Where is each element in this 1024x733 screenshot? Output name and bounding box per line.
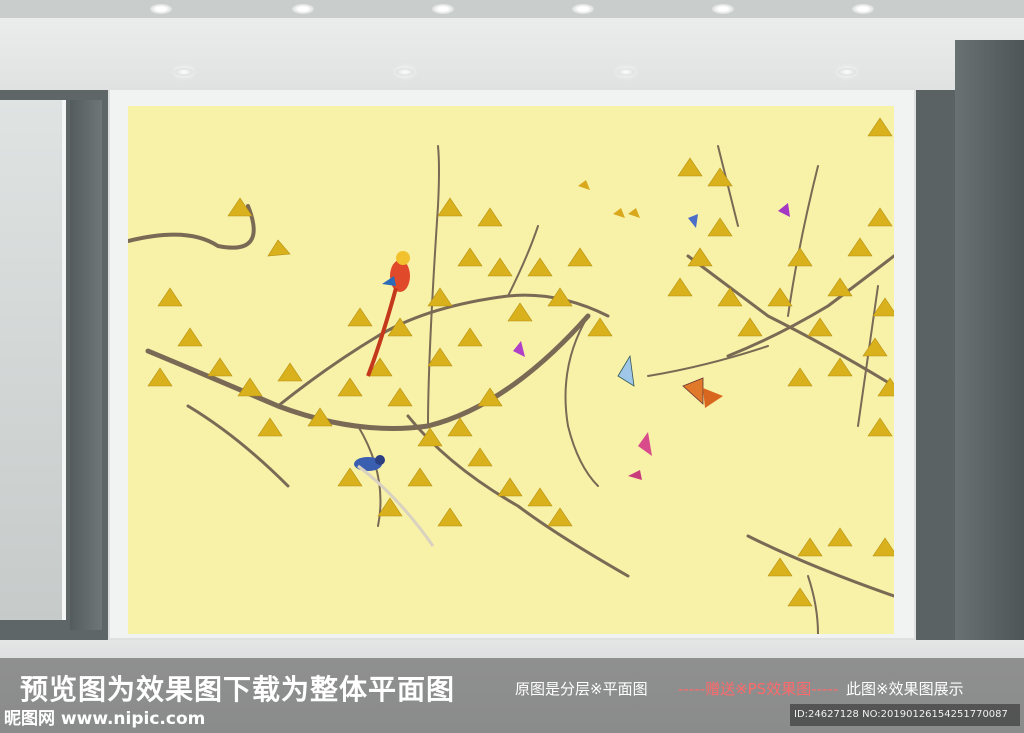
ginkgo-leaves [147, 117, 894, 607]
downlight [838, 68, 856, 76]
blue-bird [354, 455, 435, 547]
spotlight [432, 4, 454, 14]
right-wall-far [955, 40, 1024, 650]
banner-note-preview: 此图※效果图展示 [846, 680, 964, 698]
image-id-label: ID:24627128 NO:20190126154251770087 [790, 704, 1020, 726]
spotlight [852, 4, 874, 14]
left-wall-panel [70, 100, 102, 630]
site-watermark: 昵图网 www.nipic.com [4, 709, 206, 729]
ginkgo-mural [128, 106, 894, 634]
mural-artwork [128, 117, 894, 634]
spotlight [150, 4, 172, 14]
left-doorway [0, 100, 66, 620]
spotlight [712, 4, 734, 14]
banner-headline: 预览图为效果图下载为整体平面图 [20, 673, 456, 706]
room-scene [0, 0, 1024, 733]
downlight [617, 68, 635, 76]
banner-note-bonus: -----赠送※PS效果图----- [678, 680, 839, 698]
banner-note-layered: 原图是分层※平面图 [515, 680, 648, 698]
downlight [396, 68, 414, 76]
spotlight [572, 4, 594, 14]
downlight [175, 68, 193, 76]
spotlight [292, 4, 314, 14]
golden-pheasant [366, 251, 410, 377]
